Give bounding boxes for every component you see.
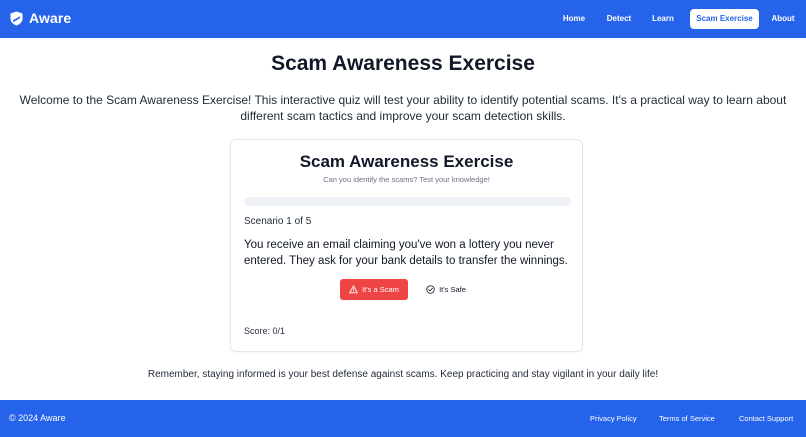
reminder-text: Remember, staying informed is your best …	[147, 369, 659, 380]
nav-detect[interactable]: Detect	[600, 9, 638, 29]
its-safe-button[interactable]: It's Safe	[420, 279, 472, 300]
shield-icon	[10, 11, 23, 26]
its-a-scam-button[interactable]: It's a Scam	[340, 279, 408, 300]
score-text: Score: 0/1	[244, 326, 286, 336]
nav-home[interactable]: Home	[554, 9, 594, 29]
contact-support-link[interactable]: Contact Support	[739, 414, 793, 423]
quiz-subtitle: Can you identify the scams? Test your kn…	[323, 175, 490, 184]
nav-about[interactable]: About	[766, 9, 800, 29]
brand-name: Aware	[29, 10, 72, 26]
its-a-scam-label: It's a Scam	[362, 285, 399, 294]
nav-scam-exercise[interactable]: Scam Exercise	[690, 9, 759, 29]
quiz-progress-bar	[244, 197, 571, 206]
scenario-text: You receive an email claiming you've won…	[244, 239, 568, 267]
its-safe-label: It's Safe	[439, 285, 466, 294]
warning-triangle-icon	[349, 285, 358, 294]
copyright-text: © 2024 Aware	[9, 413, 66, 423]
page-title: Scam Awareness Exercise	[271, 52, 535, 75]
top-navigation-bar: Aware Home Detect Learn Scam Exercise Ab…	[0, 0, 806, 38]
brand-logo[interactable]: Aware	[10, 10, 71, 26]
privacy-policy-link[interactable]: Privacy Policy	[590, 414, 637, 423]
quiz-card: Scam Awareness Exercise Can you identify…	[230, 139, 583, 352]
footer: © 2024 Aware Privacy Policy Terms of Ser…	[0, 400, 806, 437]
intro-text: Welcome to the Scam Awareness Exercise! …	[19, 93, 787, 123]
quiz-title: Scam Awareness Exercise	[299, 152, 514, 171]
nav-learn[interactable]: Learn	[646, 9, 680, 29]
terms-of-service-link[interactable]: Terms of Service	[659, 414, 715, 423]
scenario-counter: Scenario 1 of 5	[244, 216, 312, 227]
check-circle-icon	[426, 285, 435, 294]
